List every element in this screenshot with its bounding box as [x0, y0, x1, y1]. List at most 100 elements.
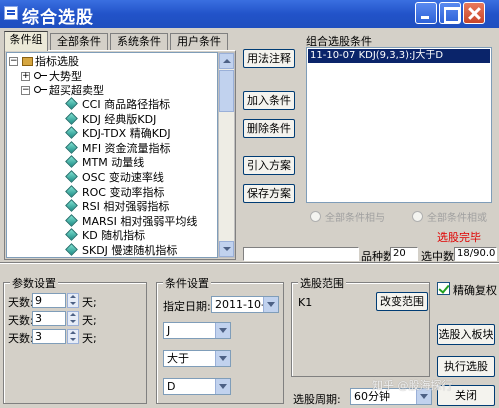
tab-user-conditions[interactable]: 用户条件 — [170, 33, 228, 50]
add-condition-button[interactable]: 加入条件 — [243, 91, 295, 110]
scroll-up-arrow[interactable] — [219, 53, 234, 69]
folder-icon — [22, 57, 33, 66]
exact-restore-checkbox[interactable] — [437, 282, 450, 295]
tree-item[interactable]: OSC 变动速率线 — [65, 170, 164, 185]
tree-root-label: 指标选股 — [35, 55, 79, 68]
indicator-icon — [65, 199, 78, 213]
range-title: 选股范围 — [298, 275, 346, 291]
close-window-button[interactable] — [463, 2, 485, 24]
tree-item[interactable]: MARSI 相对强弱平均线 — [65, 213, 197, 229]
tree-item-label: MFI 资金流量指标 — [82, 141, 171, 155]
param-input[interactable]: 9 — [32, 293, 66, 308]
param-input[interactable]: 3 — [32, 311, 66, 326]
tree-item[interactable]: KDJ 经典版KDJ — [65, 111, 157, 127]
range-value: K1 — [298, 296, 313, 309]
date-label: 指定日期: — [163, 300, 211, 313]
scroll-thumb[interactable] — [219, 70, 234, 112]
tree-item[interactable]: MFI 资金流量指标 — [65, 140, 171, 156]
tab-all-conditions[interactable]: 全部条件 — [50, 33, 108, 50]
divider — [0, 262, 499, 264]
tree-item-label: OSC 变动速率线 — [82, 171, 164, 184]
tab-system-conditions[interactable]: 系统条件 — [110, 33, 168, 50]
delete-condition-button[interactable]: 删除条件 — [243, 119, 295, 138]
radio-all-or[interactable]: 全部条件相或 — [412, 209, 487, 224]
usage-notes-button[interactable]: 用法注释 — [243, 49, 295, 68]
tree-group-label: 大势型 — [49, 70, 82, 83]
tree-item[interactable]: RSI 相对强弱指标 — [65, 199, 169, 214]
collapse-toggle[interactable]: − — [21, 86, 30, 95]
indicator-icon — [65, 170, 78, 183]
date-picker[interactable]: 2011-10- — [211, 296, 279, 313]
execute-selection-button[interactable]: 执行选股 — [437, 356, 495, 377]
watermark: 知乎 @股海探行 — [372, 379, 453, 392]
collapse-toggle[interactable]: − — [9, 57, 18, 66]
operator-select[interactable]: 大于 — [163, 350, 231, 367]
indicator-icon — [65, 155, 78, 169]
tree-item[interactable]: KD 随机指标 — [65, 228, 146, 243]
status-blank-field — [243, 247, 359, 261]
indicator-tree[interactable]: − 指标选股 + 大势型 − 超买超卖型 CCI 商品路径指标 KDJ 经典版KD… — [6, 52, 218, 258]
tree-item[interactable]: SKDJ 慢速随机指标 — [65, 243, 178, 257]
key-icon — [34, 72, 47, 79]
param-label: 天数: — [8, 296, 34, 309]
tree-item[interactable]: CCI 商品路径指标 — [65, 97, 171, 112]
exact-restore-label: 精确复权 — [453, 284, 497, 297]
tree-item-label: CCI 商品路径指标 — [82, 98, 171, 111]
condition-item[interactable]: 11-10-07 KDJ(9,3,3):J大于D — [308, 49, 490, 63]
expand-toggle[interactable]: + — [21, 72, 30, 81]
spinner-arrows-icon[interactable] — [67, 329, 79, 344]
indicator-icon — [65, 126, 78, 140]
tree-item[interactable]: MTM 动量线 — [65, 155, 145, 170]
add-to-sector-button[interactable]: 选股入板块 — [437, 324, 495, 345]
param-unit: 天; — [82, 296, 97, 309]
param-label: 天数: — [8, 314, 34, 327]
dropdown-arrow-icon[interactable] — [215, 379, 230, 394]
param-input[interactable]: 3 — [32, 329, 66, 344]
tree-group-label: 超买超卖型 — [49, 84, 104, 97]
tab-condition-group[interactable]: 条件组 — [4, 31, 48, 51]
maximize-button[interactable] — [439, 2, 461, 24]
scroll-down-arrow[interactable] — [219, 241, 234, 257]
tree-item[interactable]: ROC 变动率指标 — [65, 184, 165, 200]
condition-settings-title: 条件设置 — [163, 275, 211, 291]
tree-item-label: KDJ 经典版KDJ — [82, 112, 157, 126]
tree-scrollbar[interactable] — [218, 52, 235, 258]
indicator-icon — [65, 111, 78, 125]
tree-item-label: SKDJ 慢速随机指标 — [82, 244, 178, 257]
tree-item-label: MTM 动量线 — [82, 156, 145, 170]
dropdown-arrow-icon[interactable] — [215, 323, 230, 338]
app-icon — [4, 6, 18, 20]
line2-value: D — [167, 380, 176, 393]
indicator-icon — [65, 243, 78, 256]
dropdown-arrow-icon[interactable] — [263, 297, 278, 312]
tree-item-label: KDJ-TDX 精确KDJ — [82, 127, 171, 141]
combined-conditions-list[interactable]: 11-10-07 KDJ(9,3,3):J大于D — [306, 47, 492, 203]
save-scheme-button[interactable]: 保存方案 — [243, 184, 295, 203]
indicator-icon — [65, 97, 78, 110]
line2-select[interactable]: D — [163, 378, 231, 395]
selection-status: 选股完毕 — [437, 231, 481, 244]
minimize-button[interactable] — [415, 2, 437, 24]
import-scheme-button[interactable]: 引入方案 — [243, 156, 295, 175]
window-title: 综合选股 — [22, 8, 94, 28]
indicator-icon — [65, 213, 78, 227]
indicator-icon — [65, 184, 78, 198]
tree-item-label: KD 随机指标 — [82, 229, 146, 243]
param-unit: 天; — [82, 332, 97, 345]
param-label: 天数: — [8, 332, 34, 345]
change-range-button[interactable]: 改变范围 — [376, 292, 428, 311]
key-icon — [34, 86, 47, 93]
operator-value: 大于 — [167, 352, 189, 365]
spinner-arrows-icon[interactable] — [67, 293, 79, 308]
date-value: 2011-10- — [215, 298, 265, 311]
title-bar: 综合选股 — [0, 0, 499, 28]
line1-value: J — [167, 324, 171, 337]
dropdown-arrow-icon[interactable] — [215, 351, 230, 366]
radio-all-and[interactable]: 全部条件相与 — [310, 209, 385, 224]
spinner-arrows-icon[interactable] — [67, 311, 79, 326]
params-title: 参数设置 — [10, 275, 58, 291]
tree-item[interactable]: KDJ-TDX 精确KDJ — [65, 126, 171, 141]
tree-item-label: ROC 变动率指标 — [82, 185, 165, 199]
line1-select[interactable]: J — [163, 322, 231, 339]
param-unit: 天; — [82, 314, 97, 327]
